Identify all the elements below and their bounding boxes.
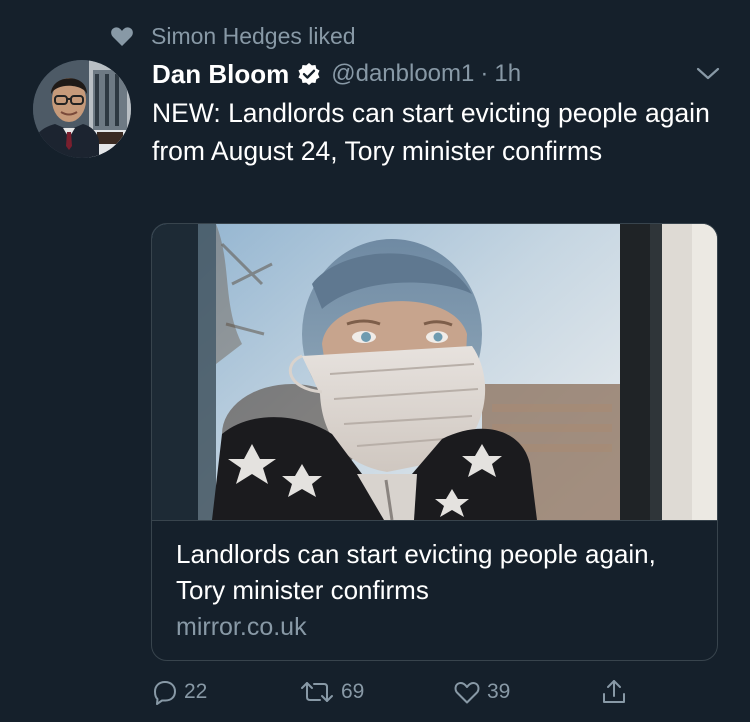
reply-count: 22	[184, 680, 208, 703]
author-handle[interactable]: @danbloom1	[331, 60, 474, 88]
reply-button[interactable]: 22	[152, 676, 207, 708]
share-icon	[600, 678, 628, 706]
card-image	[152, 224, 717, 521]
card-title[interactable]: Landlords can start evicting people agai…	[176, 536, 696, 608]
retweet-count: 69	[341, 680, 365, 703]
social-context[interactable]: Simon Hedges liked	[110, 18, 356, 54]
retweet-icon	[299, 679, 335, 705]
author-avatar[interactable]	[33, 60, 131, 158]
tweet-header: Dan Bloom @danbloom1 · 1h	[152, 56, 521, 92]
tweet-timestamp[interactable]: 1h	[494, 60, 521, 88]
heart-outline-icon	[453, 679, 481, 705]
retweet-button[interactable]: 69	[299, 676, 364, 708]
header-separator: ·	[480, 60, 489, 87]
verified-badge-icon	[297, 61, 323, 87]
heart-icon	[110, 24, 136, 48]
card-body: Landlords can start evicting people agai…	[176, 536, 696, 644]
share-button[interactable]	[600, 676, 628, 708]
card-domain: mirror.co.uk	[176, 613, 307, 641]
social-context-text: Simon Hedges liked	[151, 22, 356, 49]
author-display-name[interactable]: Dan Bloom	[152, 59, 289, 90]
like-button[interactable]: 39	[453, 676, 510, 708]
more-options-chevron-down-icon[interactable]	[694, 62, 722, 86]
like-count: 39	[487, 680, 511, 703]
link-card[interactable]: Landlords can start evicting people agai…	[151, 223, 718, 661]
reply-icon	[152, 679, 178, 705]
tweet-text: NEW: Landlords can start evicting people…	[152, 98, 710, 166]
tweet-actions-bar: 22 69 39	[0, 676, 750, 708]
